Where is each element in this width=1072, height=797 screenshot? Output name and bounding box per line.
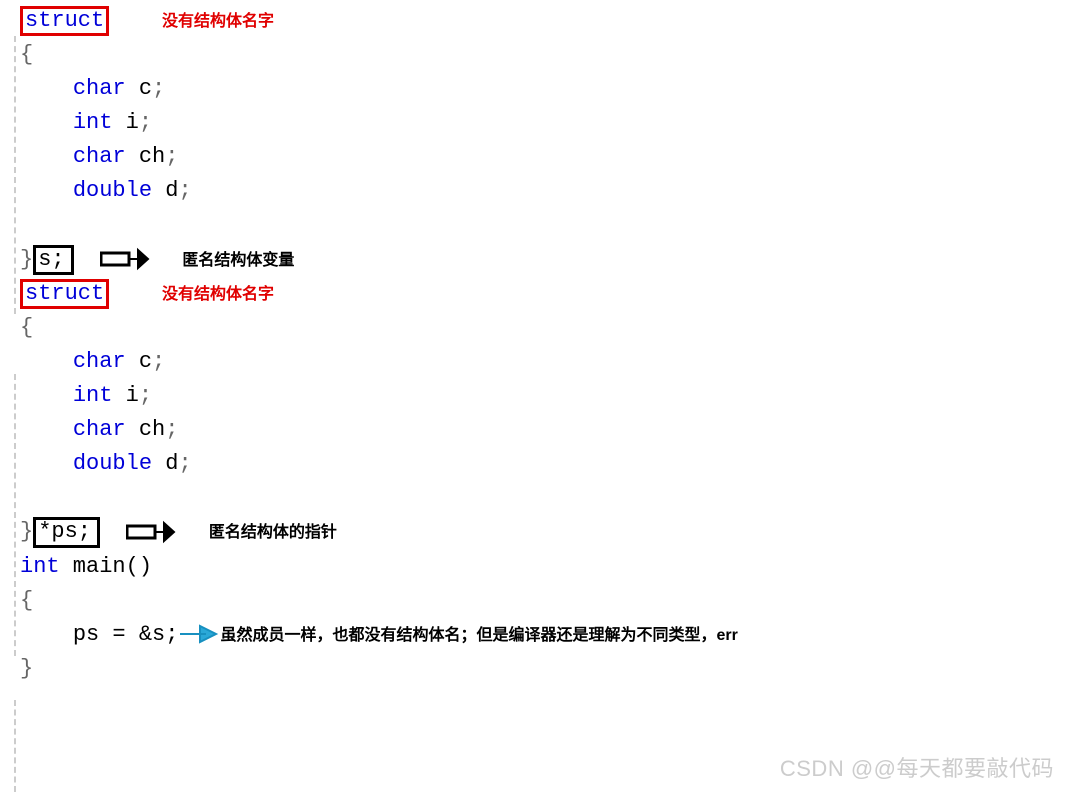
line-close-ps: }*ps; 匿名结构体的指针 xyxy=(20,515,738,549)
line-close-s: }s; 匿名结构体变量 xyxy=(20,243,738,277)
struct-keyword-2: struct xyxy=(25,281,104,306)
struct-keyword-box-1: struct xyxy=(20,6,109,36)
line-stmt: ps = &s; 虽然成员一样，也都没有结构体名；但是编译器还是理解为不同类型，e… xyxy=(20,618,738,652)
annotation-explain: 虽然成员一样，也都没有结构体名；但是编译器还是理解为不同类型，err xyxy=(220,627,737,644)
var-s-box: s; xyxy=(33,245,73,275)
var-s: s; xyxy=(38,247,64,272)
var-ps: *ps; xyxy=(38,519,91,544)
line-double-d-1: double d; xyxy=(20,174,738,208)
line-blank-2 xyxy=(20,481,738,515)
arrow-right-icon xyxy=(126,518,182,546)
line-char-ch-1: char ch; xyxy=(20,140,738,174)
annotation-no-name-1: 没有结构体名字 xyxy=(162,13,274,30)
line-open-brace-1: { xyxy=(20,38,738,72)
line-main-close: } xyxy=(20,652,738,686)
watermark: CSDN @@每天都要敲代码 xyxy=(780,751,1054,783)
annotation-no-name-2: 没有结构体名字 xyxy=(162,286,274,303)
line-struct-2: struct 没有结构体名字 xyxy=(20,277,738,311)
line-struct-1: struct 没有结构体名字 xyxy=(20,4,738,38)
var-ps-box: *ps; xyxy=(33,517,100,547)
line-char-c-2: char c; xyxy=(20,345,738,379)
arrow-right-icon xyxy=(100,245,156,273)
line-int-i-2: int i; xyxy=(20,379,738,413)
line-main-decl: int main() xyxy=(20,550,738,584)
stmt-ps: ps = &s; xyxy=(73,622,179,647)
line-main-open: { xyxy=(20,584,738,618)
line-blank-1 xyxy=(20,209,738,243)
arrow-right-blue-icon xyxy=(178,623,220,645)
line-char-c-1: char c; xyxy=(20,72,738,106)
line-char-ch-2: char ch; xyxy=(20,413,738,447)
line-int-i-1: int i; xyxy=(20,106,738,140)
struct-keyword-box-2: struct xyxy=(20,279,109,309)
annotation-anon-ptr: 匿名结构体的指针 xyxy=(209,524,337,541)
line-double-d-2: double d; xyxy=(20,447,738,481)
annotation-anon-var: 匿名结构体变量 xyxy=(182,252,294,269)
struct-keyword-1: struct xyxy=(25,8,104,33)
line-open-brace-2: { xyxy=(20,311,738,345)
